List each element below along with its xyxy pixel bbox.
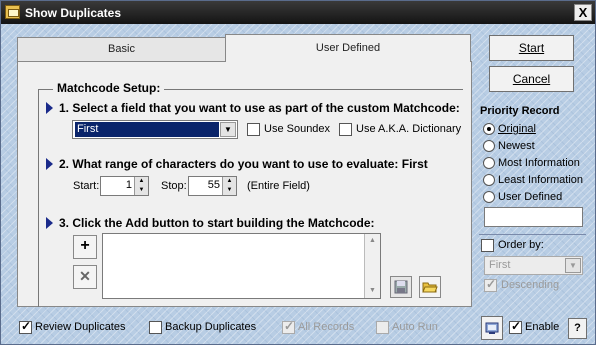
- step1-arrow-icon: [46, 102, 53, 114]
- priority-most-info-radio[interactable]: [483, 157, 495, 169]
- all-records-checkbox: [282, 319, 295, 334]
- descending-label: Descending: [501, 279, 560, 291]
- remove-matchcode-button[interactable]: ✕: [73, 265, 97, 289]
- help-button[interactable]: ?: [568, 318, 587, 339]
- step3-label: 3. Click the Add button to start buildin…: [59, 216, 375, 230]
- use-soundex-label[interactable]: Use Soundex: [264, 123, 330, 135]
- priority-record-title: Priority Record: [480, 105, 560, 117]
- order-by-select: First ▼: [484, 256, 583, 275]
- cancel-button[interactable]: Cancel: [489, 66, 574, 92]
- order-by-checkbox[interactable]: [481, 239, 494, 252]
- enable-checkbox[interactable]: [509, 319, 522, 334]
- tab-basic[interactable]: Basic: [17, 37, 226, 61]
- priority-newest-radio[interactable]: [483, 140, 495, 152]
- backup-duplicates-checkbox[interactable]: [149, 321, 162, 334]
- review-duplicates-checkbox[interactable]: [19, 319, 32, 334]
- chevron-down-icon[interactable]: ▼: [220, 122, 236, 137]
- matchcode-list[interactable]: ▲ ▼: [102, 233, 381, 299]
- stop-spinner[interactable]: 55 ▲ ▼: [188, 176, 237, 196]
- backup-duplicates-label[interactable]: Backup Duplicates: [165, 321, 256, 333]
- settings-icon[interactable]: [481, 316, 503, 340]
- priority-most-info-label[interactable]: Most Information: [498, 157, 580, 169]
- priority-original-label[interactable]: Original: [498, 123, 536, 135]
- entire-field-label: (Entire Field): [247, 180, 310, 192]
- start-button[interactable]: Start: [489, 35, 574, 61]
- priority-user-defined-radio[interactable]: [483, 191, 495, 203]
- use-soundex-checkbox[interactable]: [247, 123, 260, 136]
- stop-value: 55: [207, 179, 220, 191]
- use-aka-label[interactable]: Use A.K.A. Dictionary: [356, 123, 461, 135]
- order-by-label[interactable]: Order by:: [498, 239, 544, 251]
- field-select-value: First: [75, 122, 219, 137]
- auto-run-checkbox: [376, 321, 389, 334]
- scroll-up-icon[interactable]: ▲: [365, 234, 380, 248]
- open-folder-icon[interactable]: [419, 276, 441, 298]
- scroll-down-icon[interactable]: ▼: [365, 284, 380, 298]
- review-duplicates-label[interactable]: Review Duplicates: [35, 321, 125, 333]
- save-icon[interactable]: [390, 276, 412, 298]
- priority-newest-label[interactable]: Newest: [498, 140, 535, 152]
- tab-user-defined[interactable]: User Defined: [225, 34, 471, 62]
- use-aka-checkbox[interactable]: [339, 123, 352, 136]
- start-spin-buttons[interactable]: ▲ ▼: [134, 177, 148, 195]
- title-bar: Show Duplicates X: [1, 1, 595, 24]
- stop-label: Stop:: [161, 180, 187, 192]
- matchcode-list-scrollbar[interactable]: ▲ ▼: [364, 234, 380, 298]
- close-button[interactable]: X: [574, 4, 592, 21]
- order-by-value: First: [489, 259, 511, 271]
- add-matchcode-button[interactable]: +: [73, 235, 97, 259]
- step2-arrow-icon: [46, 158, 53, 170]
- stop-spin-buttons[interactable]: ▲ ▼: [222, 177, 236, 195]
- step1-label: 1. Select a field that you want to use a…: [59, 101, 460, 115]
- divider: [479, 234, 586, 235]
- cancel-button-label: Cancel: [512, 72, 551, 86]
- descending-checkbox: [484, 277, 497, 292]
- matchcode-title: Matchcode Setup:: [53, 81, 165, 95]
- all-records-label: All Records: [298, 321, 355, 333]
- start-spinner[interactable]: 1 ▲ ▼: [100, 176, 149, 196]
- priority-least-info-radio[interactable]: [483, 174, 495, 186]
- step3-arrow-icon: [46, 217, 53, 229]
- start-label: Start:: [73, 180, 100, 192]
- enable-label[interactable]: Enable: [525, 321, 559, 333]
- window-title: Show Duplicates: [25, 6, 122, 20]
- priority-original-radio[interactable]: [483, 123, 495, 135]
- priority-least-info-label[interactable]: Least Information: [498, 174, 583, 186]
- start-value: 1: [125, 179, 132, 191]
- auto-run-label: Auto Run: [392, 321, 438, 333]
- app-icon: [5, 5, 20, 19]
- start-button-label: Start: [518, 41, 545, 55]
- show-duplicates-dialog: Show Duplicates X Basic User Defined Mat…: [0, 0, 596, 345]
- step2-label: 2. What range of characters do you want …: [59, 157, 428, 171]
- field-select[interactable]: First ▼: [72, 120, 238, 139]
- priority-user-defined-label[interactable]: User Defined: [498, 191, 562, 203]
- chevron-down-icon: ▼: [565, 258, 581, 273]
- priority-user-defined-field[interactable]: [484, 207, 583, 227]
